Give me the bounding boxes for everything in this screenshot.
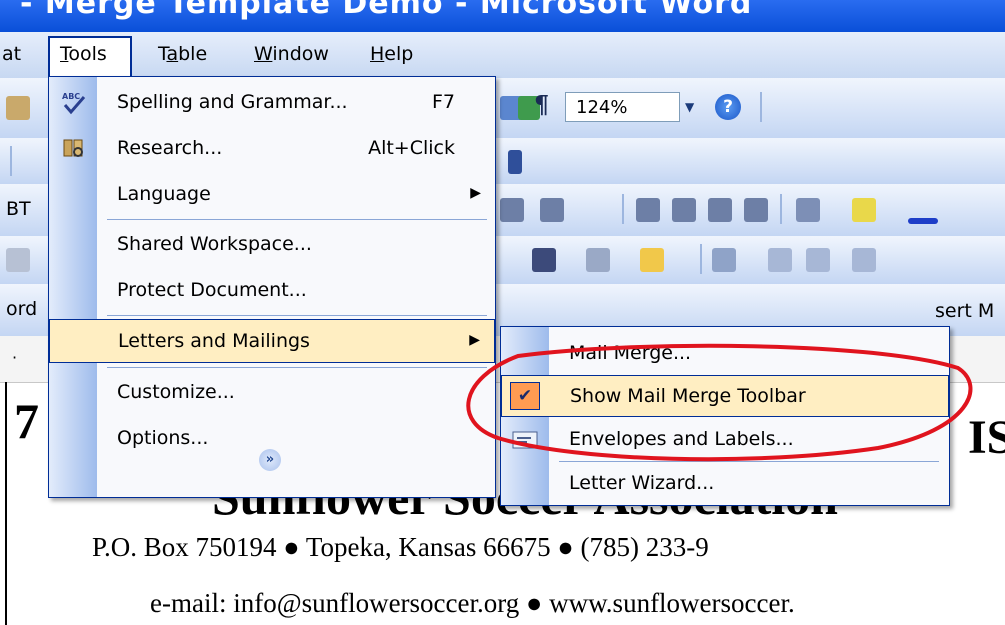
zoom-combobox[interactable]: 124% (565, 92, 680, 122)
menu-tools[interactable]: Tools (60, 43, 107, 65)
doc-heading-fragment: 7 (14, 393, 39, 449)
ruler-mark: · (12, 348, 18, 367)
shading-color-icon[interactable] (640, 248, 664, 272)
increase-indent-icon[interactable] (744, 198, 768, 222)
menu-item-research[interactable]: Research... Alt+Click (49, 127, 495, 171)
menu-item-show-mail-merge-toolbar[interactable]: ✔ Show Mail Merge Toolbar (501, 375, 949, 417)
eraser-icon[interactable] (6, 248, 30, 272)
menu-item-customize[interactable]: Customize... (49, 371, 495, 415)
justify-icon[interactable] (500, 198, 524, 222)
svg-text:ABC: ABC (62, 92, 80, 101)
menu-item-envelopes-and-labels[interactable]: Envelopes and Labels... (501, 419, 949, 461)
title-bar: - Merge Template Demo - Microsoft Word (0, 0, 1005, 32)
envelope-labels-icon (512, 431, 538, 449)
highlight-icon[interactable] (852, 198, 876, 222)
doc-heading-right-fragment: IS (968, 411, 1005, 464)
letters-and-mailings-submenu: Mail Merge... ✔ Show Mail Merge Toolbar … (500, 326, 950, 506)
menu-item-protect-document[interactable]: Protect Document... (49, 269, 495, 313)
line-style-icon[interactable] (532, 248, 556, 272)
menu-item-mail-merge[interactable]: Mail Merge... (501, 333, 949, 375)
submenu-arrow-icon: ▶ (469, 332, 480, 348)
show-hide-formatting-icon[interactable]: ¶ (534, 90, 549, 119)
word-fragment: ord (6, 298, 38, 320)
bullets-icon[interactable] (672, 198, 696, 222)
tools-menu: ABC Spelling and Grammar... F7 Research.… (48, 76, 496, 498)
toolbar-grip-icon[interactable] (508, 150, 522, 174)
insert-merge-fields-button[interactable]: sert M (935, 300, 994, 322)
menu-item-letters-and-mailings[interactable]: Letters and Mailings ▶ (49, 319, 495, 363)
menu-item-spelling-grammar[interactable]: ABC Spelling and Grammar... F7 (49, 81, 495, 125)
document-margin-line (5, 382, 7, 625)
font-name-fragment[interactable]: BT (6, 198, 31, 220)
split-cells-icon[interactable] (806, 248, 830, 272)
decrease-indent-icon[interactable] (708, 198, 732, 222)
menu-item-shared-workspace[interactable]: Shared Workspace... (49, 223, 495, 267)
table-borders-icon[interactable] (586, 248, 610, 272)
expand-menu-chevron-icon[interactable]: » (259, 449, 281, 471)
menu-table[interactable]: Table (158, 43, 207, 65)
menu-item-letter-wizard[interactable]: Letter Wizard... (501, 463, 949, 505)
insert-table-2-icon[interactable] (712, 248, 736, 272)
numbering-icon[interactable] (636, 198, 660, 222)
merge-cells-icon[interactable] (768, 248, 792, 272)
line-spacing-icon[interactable] (540, 198, 564, 222)
align-cell-icon[interactable] (852, 248, 876, 272)
menu-help[interactable]: Help (370, 43, 413, 65)
checkmark-icon: ✔ (510, 382, 540, 410)
spelling-abc-check-icon: ABC (62, 92, 86, 115)
menu-item-language[interactable]: Language ▶ (49, 173, 495, 217)
window-title: - Merge Template Demo - Microsoft Word (20, 0, 753, 21)
help-icon[interactable]: ? (715, 94, 741, 120)
doc-contact-line: e-mail: info@sunflowersoccer.org ● www.s… (150, 588, 795, 618)
zoom-dropdown-arrow-icon[interactable]: ▼ (685, 100, 694, 114)
font-color-icon[interactable] (908, 218, 938, 224)
submenu-arrow-icon: ▶ (470, 185, 481, 201)
borders-icon[interactable] (796, 198, 820, 222)
menu-format-fragment[interactable]: at (2, 43, 21, 65)
research-book-icon (63, 139, 83, 157)
toolbar-icon-fragment[interactable] (6, 96, 30, 120)
doc-address-line: P.O. Box 750194 ● Topeka, Kansas 66675 ●… (92, 532, 709, 562)
menu-window[interactable]: Window (254, 43, 329, 65)
menu-bar: at Tools Table Window Help (0, 32, 1005, 79)
